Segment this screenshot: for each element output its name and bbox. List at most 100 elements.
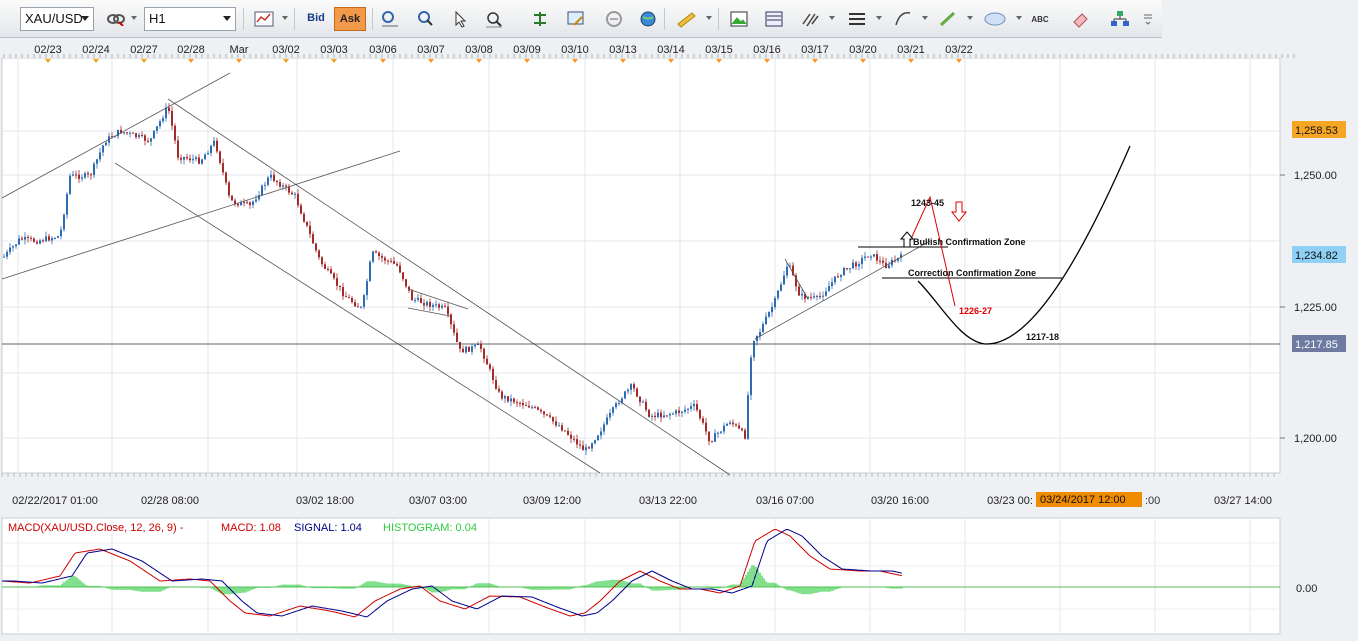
candle-body: [180, 157, 182, 160]
more-icon[interactable]: [1140, 7, 1156, 31]
candle-body: [246, 202, 248, 204]
candle-body: [723, 425, 725, 432]
period-icon[interactable]: [798, 7, 822, 31]
candle-body: [447, 306, 449, 315]
link-icon[interactable]: [104, 7, 128, 31]
candle-body: [156, 126, 158, 131]
candle-body: [603, 424, 605, 432]
timeframe-select[interactable]: H1: [144, 7, 236, 31]
candle-body: [861, 257, 863, 265]
target-label: 1243-45: [911, 198, 944, 208]
histogram-value: HISTOGRAM: 0.04: [383, 522, 477, 534]
candle-body: [777, 290, 779, 299]
candle-body: [609, 412, 611, 418]
price-chart[interactable]: 02/23 02/24 02/27 02/28 Mar 03/02 03/03 03/06 03…: [0, 41, 1358, 636]
candle-body: [174, 125, 176, 141]
candle-body: [846, 268, 848, 270]
candle-body: [624, 391, 626, 399]
chevron-down-icon[interactable]: [876, 16, 882, 20]
candle-body: [123, 132, 125, 134]
crosshair-time-text: 03/24/2017 12:00: [1040, 494, 1126, 506]
candle-body: [471, 346, 473, 352]
candle-body: [81, 177, 83, 179]
text-icon[interactable]: ABC: [1028, 7, 1052, 31]
candle-body: [870, 256, 872, 258]
candle-body: [351, 297, 353, 303]
candle-body: [831, 282, 833, 287]
candle-body: [753, 340, 755, 358]
tick-icon[interactable]: [602, 7, 626, 31]
candle-body: [45, 236, 47, 242]
candle-body: [639, 396, 641, 403]
candle-body: [366, 281, 368, 296]
symbol-select[interactable]: XAU/USD: [20, 7, 94, 31]
chevron-down-icon[interactable]: [967, 16, 973, 20]
cursor-icon[interactable]: [449, 7, 473, 31]
candle-body: [600, 431, 602, 436]
candle-body: [195, 157, 197, 160]
candle-body: [21, 238, 23, 240]
candle-body: [546, 414, 548, 416]
price-tag-current-text: 1,234.82: [1295, 250, 1338, 262]
chevron-down-icon[interactable]: [706, 16, 712, 20]
ruler-icon[interactable]: [674, 7, 698, 31]
draw-icon[interactable]: [891, 7, 915, 31]
time-axis-label: 03/27 14:00: [1214, 495, 1272, 507]
candle-body: [657, 412, 659, 417]
chevron-down-icon[interactable]: [131, 16, 137, 20]
chevron-down-icon: [223, 16, 231, 21]
candle-body: [291, 192, 293, 195]
candle-body: [324, 264, 326, 269]
top-date-label: 03/22: [945, 44, 973, 56]
top-date-label: 03/07: [417, 44, 445, 56]
candle-body: [54, 237, 56, 239]
ask-button[interactable]: Ask: [334, 7, 366, 31]
chevron-down-icon[interactable]: [829, 16, 835, 20]
template-icon[interactable]: [762, 7, 786, 31]
top-date-label: Mar: [230, 44, 249, 56]
candle-body: [84, 173, 86, 178]
candle-body: [60, 229, 62, 237]
crosshair-icon[interactable]: [378, 7, 402, 31]
zoom-icon[interactable]: [482, 7, 506, 31]
candle-body: [672, 413, 674, 415]
candle-body: [768, 312, 770, 317]
magnifier-icon[interactable]: [414, 7, 438, 31]
candle-body: [429, 301, 431, 307]
candle-body: [252, 201, 254, 206]
globe-icon[interactable]: [636, 7, 660, 31]
indicator-icon[interactable]: [252, 7, 276, 31]
eraser-icon[interactable]: [1068, 7, 1092, 31]
top-date-label: 02/28: [177, 44, 205, 56]
ellipse-icon[interactable]: [982, 7, 1008, 31]
candle-body: [786, 266, 788, 276]
chevron-down-icon[interactable]: [1016, 16, 1022, 20]
candle-body: [57, 236, 59, 238]
candle-body: [666, 415, 668, 417]
candle-body: [825, 291, 827, 296]
time-axis-label: 03/13 22:00: [639, 495, 697, 507]
tree-icon[interactable]: [1108, 7, 1132, 31]
top-date-label: 03/06: [369, 44, 397, 56]
candle-body: [468, 346, 470, 352]
candle-body: [612, 407, 614, 413]
chevron-down-icon[interactable]: [922, 16, 928, 20]
price-tick: 1,225.00: [1294, 302, 1337, 314]
main-plot-area[interactable]: [1, 57, 1281, 474]
line-style-icon[interactable]: [845, 7, 869, 31]
picture-icon[interactable]: [727, 7, 751, 31]
candle-body: [558, 425, 560, 427]
chart-area[interactable]: 02/23 02/24 02/27 02/28 Mar 03/02 03/03 03/06 03…: [0, 41, 1358, 636]
level-icon[interactable]: [528, 7, 552, 31]
pencil-icon[interactable]: [936, 7, 960, 31]
bid-button[interactable]: Bid: [302, 7, 330, 31]
chevron-down-icon[interactable]: [282, 16, 288, 20]
candle-body: [696, 403, 698, 411]
candle-body: [204, 154, 206, 160]
separator: [718, 8, 719, 30]
candle-body: [483, 348, 485, 359]
candle-body: [255, 199, 257, 202]
edit-icon[interactable]: [564, 7, 588, 31]
candle-body: [495, 380, 497, 389]
candle-body: [594, 440, 596, 444]
